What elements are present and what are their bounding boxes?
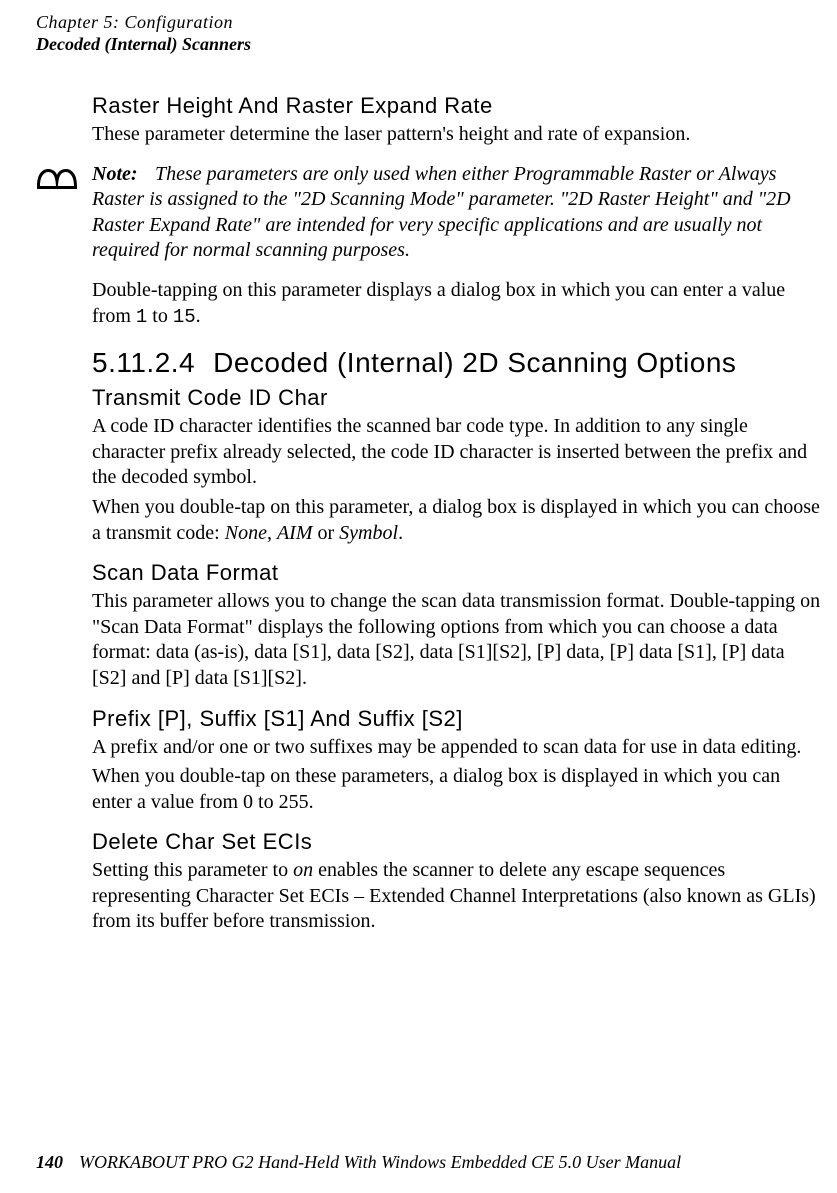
- code-value: 1: [136, 306, 147, 328]
- heading-transmit-code-id: Transmit Code ID Char: [92, 385, 823, 411]
- page-number: 140: [36, 1152, 63, 1172]
- heading-raster: Raster Height And Raster Expand Rate: [92, 93, 823, 119]
- footer-title: WORKABOUT PRO G2 Hand-Held With Windows …: [79, 1152, 681, 1172]
- paragraph: A prefix and/or one or two suffixes may …: [92, 735, 823, 761]
- running-header-section: Decoded (Internal) Scanners: [36, 34, 827, 55]
- page-content: Raster Height And Raster Expand Rate The…: [92, 93, 823, 935]
- section-title: Decoded (Internal) 2D Scanning Options: [213, 347, 736, 378]
- paragraph: When you double-tap on this parameter, a…: [92, 495, 823, 546]
- option-symbol: Symbol: [339, 522, 398, 544]
- heading-scan-data-format: Scan Data Format: [92, 560, 823, 586]
- text: or: [313, 522, 340, 544]
- text: .: [196, 305, 201, 327]
- value-on: on: [293, 859, 313, 881]
- heading-2d-scanning-options: 5.11.2.4 Decoded (Internal) 2D Scanning O…: [92, 347, 823, 379]
- note-text: Note: These parameters are only used whe…: [92, 162, 823, 264]
- text: Setting this parameter to: [92, 859, 293, 881]
- option-aim: AIM: [277, 522, 313, 544]
- section-number: 5.11.2.4: [92, 347, 195, 378]
- paragraph: This parameter allows you to change the …: [92, 589, 823, 691]
- paragraph: When you double-tap on these parameters,…: [92, 764, 823, 815]
- code-value: 15: [173, 306, 196, 328]
- book-icon: [36, 164, 78, 192]
- text: When you double-tap on this parameter, a…: [92, 496, 820, 544]
- paragraph: These parameter determine the laser patt…: [92, 122, 823, 148]
- note-block: Note: These parameters are only used whe…: [36, 162, 823, 264]
- text: .: [398, 522, 403, 544]
- note-label: Note:: [92, 162, 150, 188]
- running-header-chapter: Chapter 5: Configuration: [36, 12, 827, 33]
- text: to: [147, 305, 173, 327]
- paragraph: A code ID character identifies the scann…: [92, 414, 823, 491]
- page-footer: 140 WORKABOUT PRO G2 Hand-Held With Windo…: [36, 1152, 681, 1173]
- paragraph: Double-tapping on this parameter display…: [92, 278, 823, 329]
- text: ,: [267, 522, 277, 544]
- heading-prefix-suffix: Prefix [P], Suffix [S1] And Suffix [S2]: [92, 706, 823, 732]
- page: Chapter 5: Configuration Decoded (Intern…: [0, 0, 837, 935]
- paragraph: Setting this parameter to on enables the…: [92, 858, 823, 935]
- option-none: None: [225, 522, 267, 544]
- heading-delete-char-set-ecis: Delete Char Set ECIs: [92, 829, 823, 855]
- note-body: These parameters are only used when eith…: [92, 163, 791, 262]
